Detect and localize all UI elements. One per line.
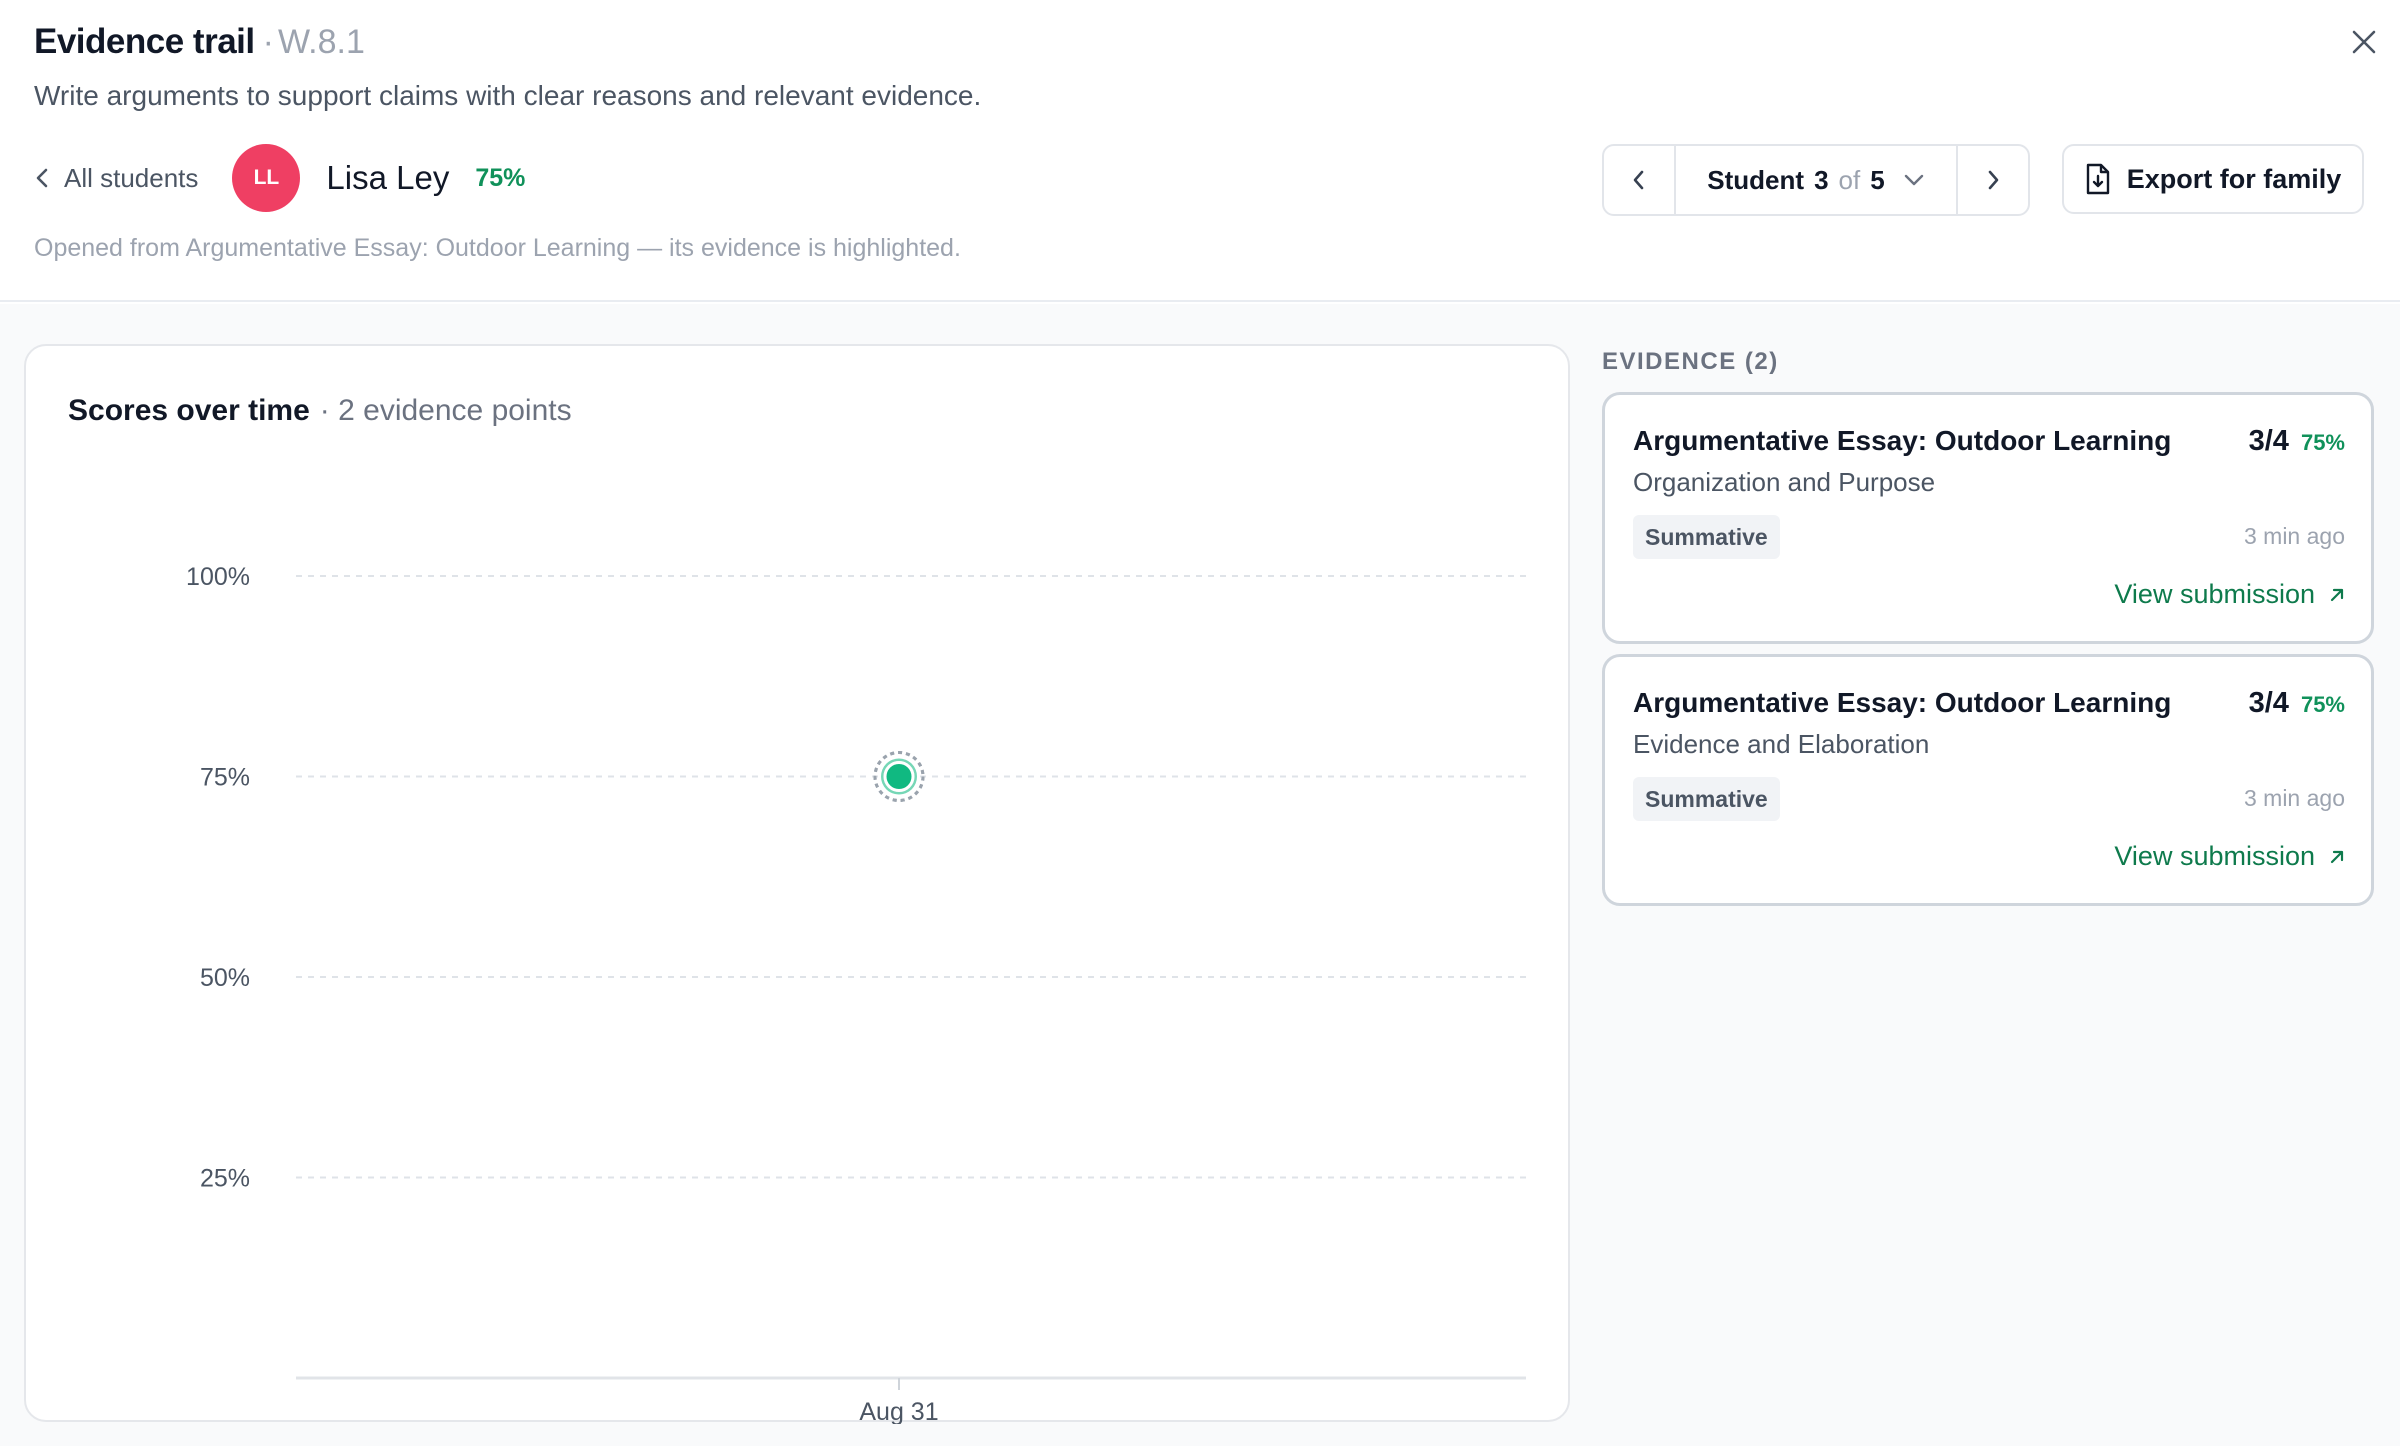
evidence-score-fraction: 3/4 [2248, 687, 2289, 719]
view-submission-link[interactable]: View submission [2114, 841, 2345, 872]
scores-chart: 100% 75% 50% 25% Aug 31 [186, 563, 1526, 1424]
evidence-score-percent: 75% [2300, 430, 2345, 455]
chart-header: Scores over time · 2 evidence points [68, 394, 572, 428]
view-submission-link[interactable]: View submission [2114, 579, 2345, 610]
scores-chart-card: 100% 75% 50% 25% Aug 31 Scores over time · 2… [24, 344, 1570, 1424]
evidence-type-badge: Summative [1633, 515, 1780, 559]
evidence-type-badge: Summative [1633, 777, 1780, 821]
modal-header: Evidence trail · W.8.1 Write arguments t… [0, 0, 2400, 302]
evidence-title: Argumentative Essay: Outdoor Learning [1633, 425, 2172, 456]
student-total: 5 [1870, 164, 1885, 195]
student-current: 3 [1814, 164, 1829, 195]
standard-description: Write arguments to support claims with c… [34, 80, 982, 111]
evidence-heading: EVIDENCE (2) [1602, 348, 1779, 375]
all-students-label: All students [64, 162, 199, 193]
evidence-score: 3/4 75% [2249, 687, 2345, 720]
evidence-criterion: Organization and Purpose [1633, 467, 1936, 497]
avatar: LL [232, 144, 301, 212]
export-label: Export for family [2126, 163, 2342, 194]
chevron-down-icon [1904, 174, 1923, 186]
student-name: Lisa Ley [326, 159, 450, 196]
close-icon [2352, 30, 2376, 54]
chart-title: Scores over time [68, 394, 310, 427]
standard-code: W.8.1 [277, 23, 365, 61]
y-tick-label: 75% [200, 764, 250, 792]
student-select-label: Student [1707, 164, 1805, 195]
view-submission-label: View submission [2114, 579, 2315, 609]
title-separator: · [262, 23, 274, 61]
chart-subtitle: · 2 evidence points [319, 394, 572, 427]
evidence-score: 3/4 75% [2249, 425, 2345, 458]
file-download-icon [2086, 163, 2109, 195]
evidence-timestamp: 3 min ago [2243, 785, 2345, 811]
evidence-card[interactable]: Argumentative Essay: Outdoor Learning 3/… [1602, 654, 2374, 906]
evidence-title: Argumentative Essay: Outdoor Learning [1633, 687, 2172, 718]
next-student-button[interactable] [1958, 146, 2028, 214]
student-row: All students LL Lisa Ley 75% [34, 144, 525, 212]
student-of: of [1838, 164, 1861, 195]
chevron-left-icon [36, 168, 48, 188]
evidence-panel: EVIDENCE (2) Argumentative Essay: Outdoo… [1602, 344, 2374, 906]
student-navigator: Student 3 of 5 [1602, 144, 2030, 216]
view-submission-label: View submission [2114, 841, 2315, 871]
evidence-timestamp: 3 min ago [2243, 523, 2345, 549]
arrow-up-right-icon [2330, 588, 2344, 601]
student-select[interactable]: Student 3 of 5 [1674, 146, 1958, 214]
y-tick-label: 100% [186, 563, 250, 591]
evidence-score-percent: 75% [2300, 692, 2345, 717]
data-point [883, 761, 915, 792]
content-area: 100% 75% 50% 25% Aug 31 Scores over time · 2… [0, 304, 2400, 1446]
all-students-link[interactable]: All students [34, 163, 198, 194]
y-tick-label: 50% [200, 964, 250, 992]
previous-student-button[interactable] [1604, 146, 1674, 214]
evidence-criterion: Evidence and Elaboration [1633, 729, 1930, 759]
y-tick-label: 25% [200, 1165, 250, 1193]
close-button[interactable] [2338, 16, 2390, 68]
export-for-family-button[interactable]: Export for family [2062, 144, 2364, 214]
chevron-right-icon [1988, 170, 1999, 190]
evidence-score-fraction: 3/4 [2248, 425, 2289, 457]
evidence-trail-modal: Evidence trail · W.8.1 Write arguments t… [0, 0, 2400, 1446]
opened-from-note: Opened from Argumentative Essay: Outdoor… [34, 234, 961, 262]
chevron-left-icon [1633, 170, 1644, 190]
modal-title: Evidence trail [34, 22, 255, 61]
student-score: 75% [475, 163, 526, 192]
x-tick-label: Aug 31 [859, 1398, 938, 1424]
evidence-card[interactable]: Argumentative Essay: Outdoor Learning 3/… [1602, 392, 2374, 644]
arrow-up-right-icon [2330, 850, 2344, 863]
title-row: Evidence trail · W.8.1 [34, 22, 365, 70]
